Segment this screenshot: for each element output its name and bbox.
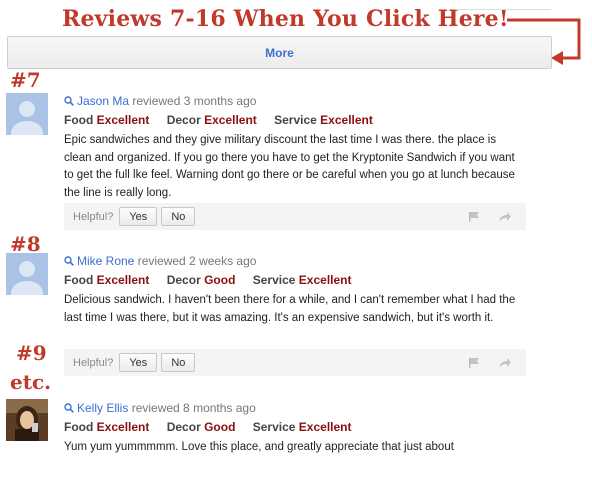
review-ratings: Food Excellent Decor Excellent Service E…: [64, 113, 373, 127]
divider: [455, 9, 551, 10]
avatar[interactable]: [6, 399, 48, 441]
annotation-banner: Reviews 7-16 When You Click Here!: [62, 6, 509, 32]
marker-9: #9: [16, 341, 47, 365]
review-text: Yum yum yummmmm. Love this place, and gr…: [64, 441, 454, 453]
helpful-no-button[interactable]: No: [161, 353, 196, 372]
avatar[interactable]: [6, 253, 48, 295]
review-date: reviewed 2 weeks ago: [137, 254, 257, 268]
marker-etc: etc.: [10, 370, 52, 394]
review-2: Mike Rone reviewed 2 weeks ago Food Exce…: [64, 254, 526, 327]
flag-icon[interactable]: [468, 357, 480, 369]
review-date: reviewed 3 months ago: [132, 94, 257, 108]
review-date: reviewed 8 months ago: [131, 401, 256, 415]
search-icon: [64, 96, 74, 106]
helpful-label: Helpful?: [73, 210, 114, 223]
default-avatar-icon: [11, 261, 43, 295]
review-author[interactable]: Jason Ma: [77, 94, 129, 108]
helpful-yes-button[interactable]: Yes: [119, 207, 158, 226]
default-avatar-icon: [11, 101, 43, 135]
review-ratings: Food Excellent Decor Good Service Excell…: [64, 273, 352, 287]
helpful-bar: Helpful? Yes No: [64, 203, 526, 230]
avatar[interactable]: [6, 93, 48, 135]
review-author[interactable]: Kelly Ellis: [77, 401, 128, 415]
share-icon[interactable]: [498, 211, 512, 223]
more-reviews-button[interactable]: More: [7, 36, 552, 69]
flag-icon[interactable]: [468, 211, 480, 223]
marker-7: #7: [10, 68, 41, 92]
review-author[interactable]: Mike Rone: [77, 254, 134, 268]
helpful-bar: Helpful? Yes No: [64, 349, 526, 376]
review-3: Kelly Ellis reviewed 8 months ago Food E…: [64, 401, 526, 457]
helpful-no-button[interactable]: No: [161, 207, 196, 226]
user-photo: [6, 399, 48, 441]
share-icon[interactable]: [498, 357, 512, 369]
search-icon: [64, 403, 74, 413]
search-icon: [64, 256, 74, 266]
review-text: Epic sandwiches and they give military d…: [64, 134, 515, 199]
review-ratings: Food Excellent Decor Good Service Excell…: [64, 420, 352, 434]
helpful-yes-button[interactable]: Yes: [119, 353, 158, 372]
helpful-label: Helpful?: [73, 356, 114, 369]
review-1: Jason Ma reviewed 3 months ago Food Exce…: [64, 94, 526, 202]
more-button-label: More: [265, 45, 294, 60]
review-text: Delicious sandwich. I haven't been there…: [64, 294, 516, 324]
